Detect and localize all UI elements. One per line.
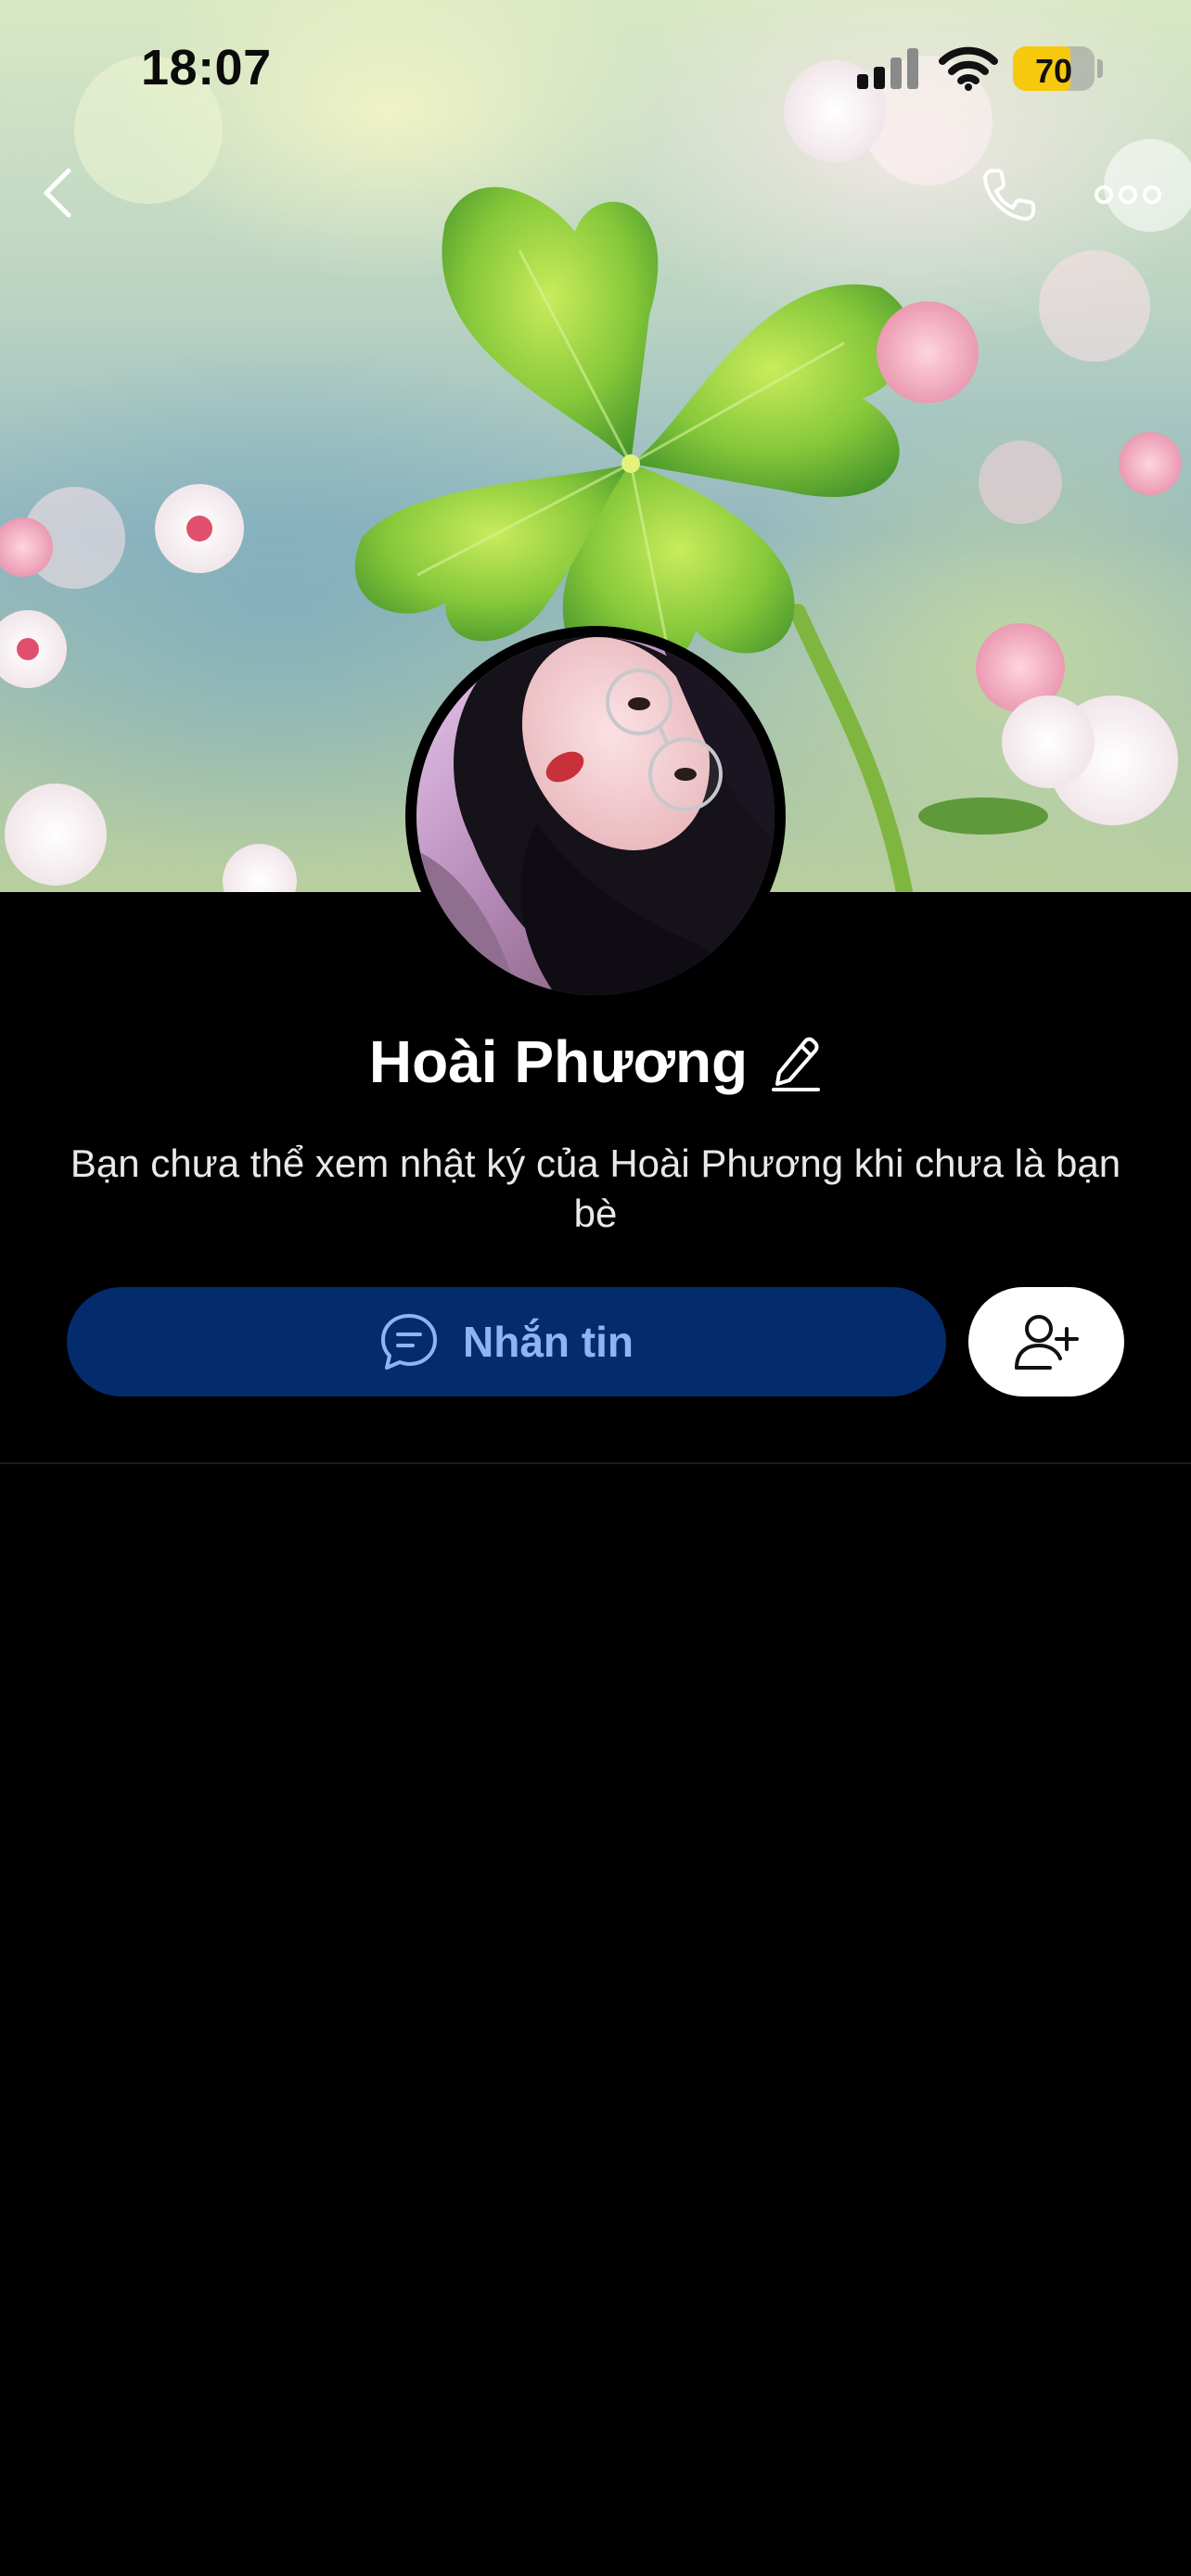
signal-icon bbox=[857, 48, 918, 89]
more-button[interactable] bbox=[1091, 167, 1165, 223]
pencil-icon bbox=[772, 1037, 821, 1091]
battery-percent: 70 bbox=[1034, 52, 1073, 90]
message-button[interactable]: Nhắn tin bbox=[67, 1287, 946, 1396]
battery-indicator: 70 bbox=[1013, 46, 1095, 91]
edit-name-button[interactable] bbox=[770, 1032, 822, 1091]
wifi-icon bbox=[939, 46, 998, 91]
profile-name-row: Hoài Phương bbox=[0, 1027, 1191, 1096]
avatar-portrait bbox=[416, 637, 775, 995]
call-button[interactable] bbox=[972, 158, 1046, 232]
add-user-icon bbox=[1015, 1315, 1079, 1370]
more-dots-icon bbox=[1095, 185, 1161, 204]
chat-bubble-icon bbox=[381, 1314, 437, 1370]
status-bar: 18:07 70 bbox=[0, 0, 1191, 139]
message-button-label: Nhắn tin bbox=[463, 1318, 634, 1366]
phone-icon bbox=[983, 169, 1035, 221]
add-friend-button[interactable] bbox=[968, 1287, 1124, 1396]
avatar-photo bbox=[416, 637, 775, 995]
profile-avatar[interactable] bbox=[405, 626, 786, 1006]
status-time: 18:07 bbox=[141, 40, 272, 96]
profile-name: Hoài Phương bbox=[368, 1028, 749, 1095]
battery-nub bbox=[1097, 59, 1103, 78]
chevron-left-icon bbox=[44, 168, 71, 218]
privacy-note: Bạn chưa thể xem nhật ký của Hoài Phương… bbox=[70, 1141, 1121, 1235]
section-divider bbox=[0, 1462, 1191, 1464]
back-button[interactable] bbox=[28, 156, 87, 230]
